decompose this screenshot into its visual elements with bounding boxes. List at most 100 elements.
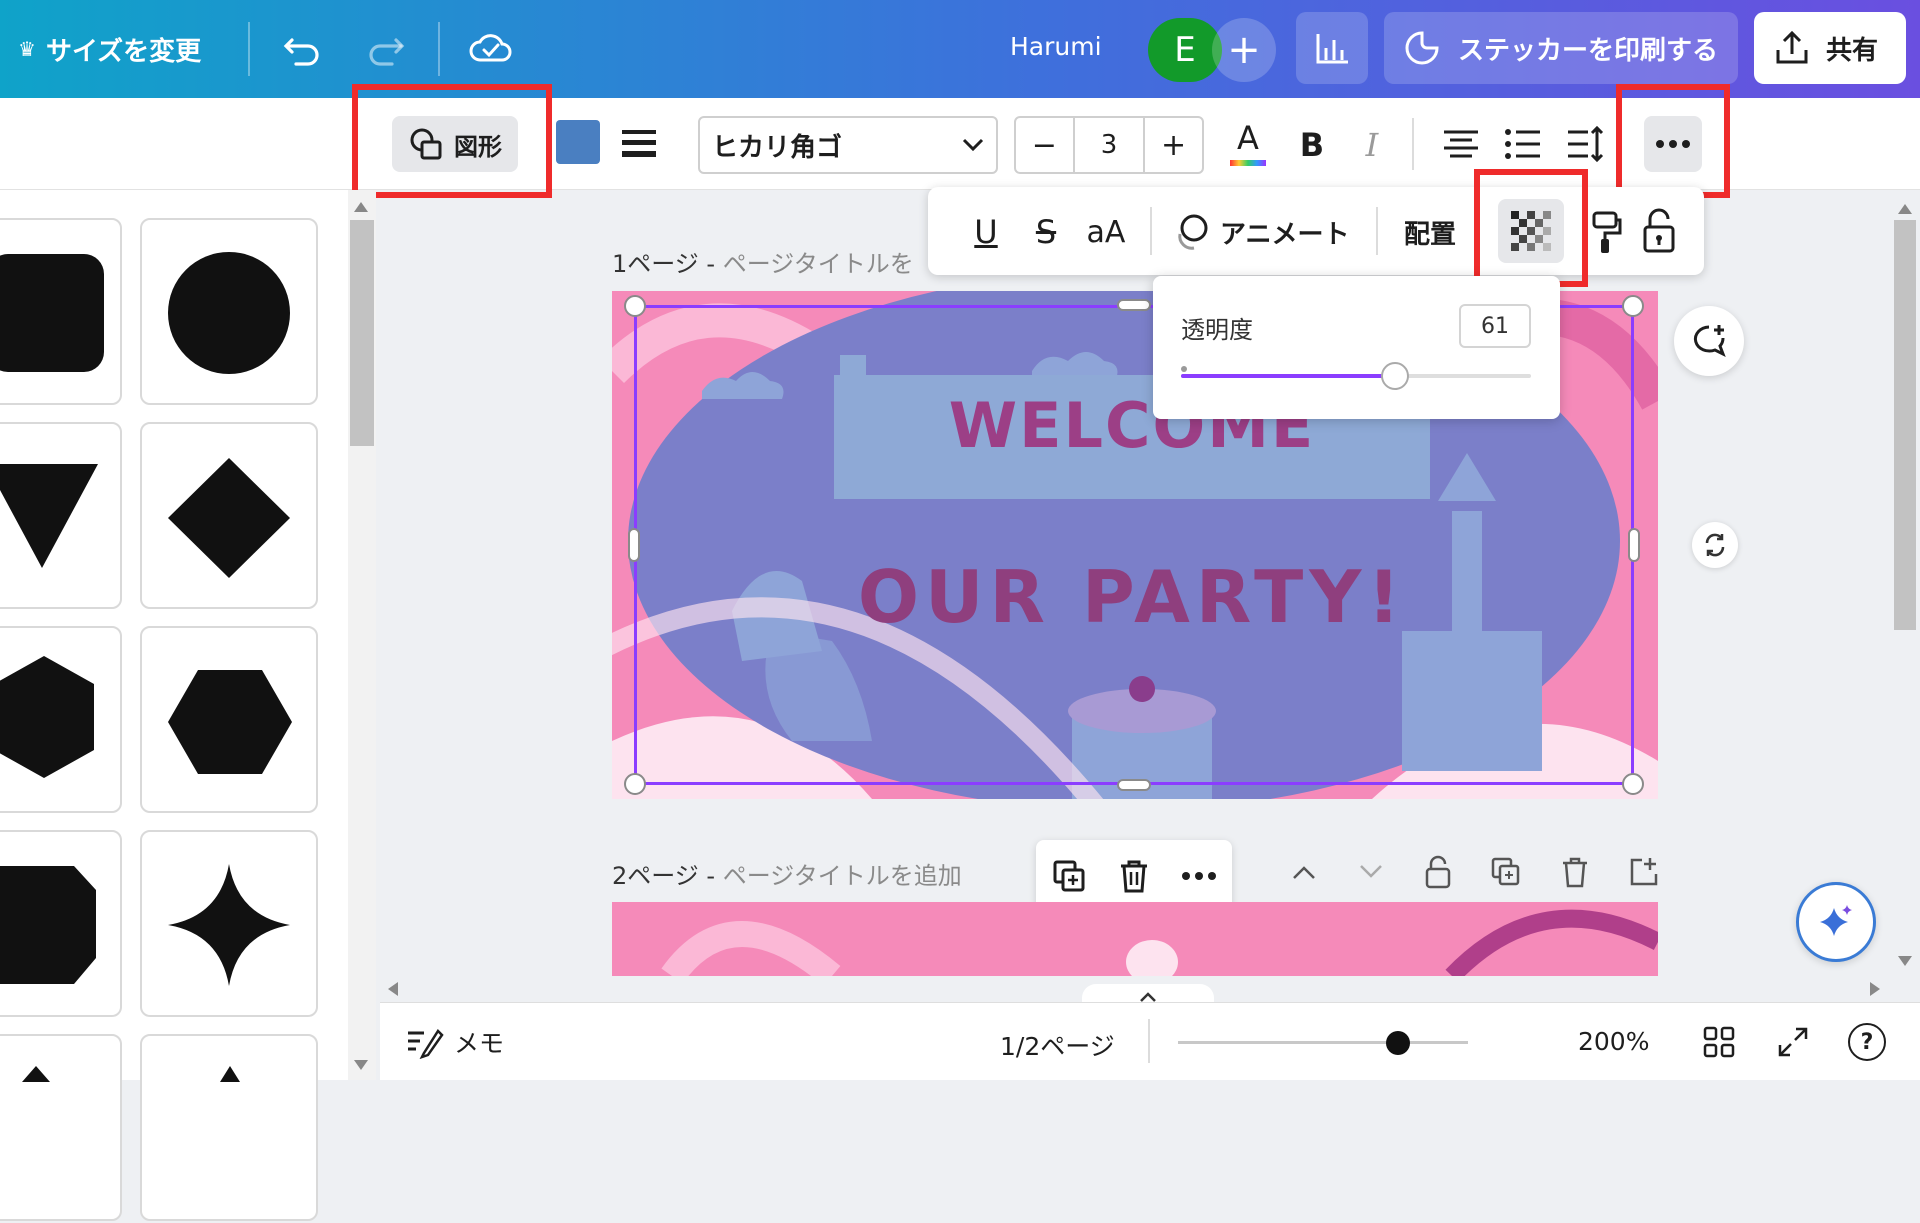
shape-heptagon[interactable]: [0, 626, 122, 813]
canvas-scroll-thumb[interactable]: [1894, 220, 1916, 630]
italic-button[interactable]: I: [1350, 122, 1394, 168]
text-color-button[interactable]: A: [1226, 118, 1270, 174]
letter-case-button[interactable]: aA: [1078, 209, 1134, 255]
avatar[interactable]: E: [1148, 18, 1222, 82]
bold-button[interactable]: B: [1290, 122, 1334, 168]
resize-label: サイズを変更: [45, 36, 202, 67]
add-collaborator-button[interactable]: +: [1212, 18, 1276, 82]
shape-octagon[interactable]: [0, 830, 122, 1017]
trash-icon[interactable]: [1118, 858, 1150, 894]
zoom-level[interactable]: 200%: [1578, 1027, 1649, 1056]
shape-diamond[interactable]: [140, 422, 318, 609]
analytics-button[interactable]: [1296, 12, 1368, 84]
scroll-up-arrow-icon[interactable]: [1898, 204, 1912, 214]
shape-hexagon[interactable]: [140, 626, 318, 813]
page2-title-placeholder: ページタイトルを追加: [722, 862, 962, 890]
add-page-icon[interactable]: [1628, 856, 1660, 888]
align-center-icon[interactable]: [1440, 124, 1482, 164]
duplicate-page-icon[interactable]: [1490, 856, 1522, 888]
scroll-up-arrow-icon[interactable]: [354, 202, 368, 212]
shape-triangle-down[interactable]: [0, 422, 122, 609]
move-page-down-icon[interactable]: [1357, 862, 1385, 882]
page-counter[interactable]: 1/2ページ: [1000, 1027, 1115, 1063]
scroll-left-arrow-icon[interactable]: [388, 982, 398, 996]
shape-color-swatch[interactable]: [556, 120, 600, 164]
magic-assistant-button[interactable]: [1796, 882, 1876, 962]
transparency-value-input[interactable]: 61: [1459, 304, 1531, 348]
crown-icon: ♛: [18, 37, 36, 61]
resize-handle-top-right[interactable]: [1622, 295, 1644, 317]
cloud-saved-icon[interactable]: [468, 26, 514, 70]
panel-scrollbar[interactable]: [348, 190, 376, 1080]
zoom-slider-knob[interactable]: [1386, 1031, 1411, 1055]
shape-partial[interactable]: [140, 1034, 318, 1221]
resize-handle-top[interactable]: [1117, 299, 1151, 311]
strikethrough-button[interactable]: S: [1024, 209, 1068, 255]
redo-icon[interactable]: [366, 26, 406, 70]
transparency-button[interactable]: [1498, 199, 1564, 263]
shape-label: 図形: [454, 132, 502, 161]
transparency-label: 透明度: [1181, 316, 1253, 344]
divider: [248, 22, 250, 76]
lock-page-icon[interactable]: [1424, 855, 1452, 889]
position-button[interactable]: 配置: [1404, 207, 1456, 257]
page2-controls: [1290, 852, 1660, 892]
shape-button[interactable]: 図形: [392, 116, 518, 172]
more-dots-icon: [1656, 140, 1690, 148]
help-icon[interactable]: ?: [1848, 1023, 1886, 1061]
resize-handle-right[interactable]: [1628, 528, 1640, 562]
zoom-slider-track[interactable]: [1178, 1041, 1468, 1044]
page1-title[interactable]: 1ページ - ページタイトルを: [612, 244, 914, 279]
underline-button[interactable]: U: [964, 209, 1008, 255]
border-style-icon[interactable]: [620, 126, 660, 160]
shape-four-point-star[interactable]: [140, 830, 318, 1017]
transparency-slider-track[interactable]: [1181, 374, 1531, 378]
rotate-button[interactable]: [1692, 522, 1738, 568]
notes-icon: [408, 1029, 444, 1059]
decrease-font-size-button[interactable]: −: [1016, 118, 1075, 172]
animate-button[interactable]: アニメート: [1172, 207, 1349, 257]
shape-partial[interactable]: [0, 1034, 122, 1221]
resize-handle-top-left[interactable]: [624, 295, 646, 317]
divider: [1148, 1019, 1150, 1063]
panel-scroll-thumb[interactable]: [350, 220, 374, 446]
fullscreen-icon[interactable]: [1776, 1025, 1810, 1059]
more-options-toolbar: U S aA アニメート 配置: [928, 169, 1704, 287]
resize-button[interactable]: ♛ サイズを変更: [18, 26, 201, 72]
resize-handle-left[interactable]: [628, 528, 640, 562]
move-page-up-icon[interactable]: [1290, 862, 1318, 882]
duplicate-icon[interactable]: [1051, 858, 1087, 894]
share-label: 共有: [1826, 35, 1879, 66]
scroll-down-arrow-icon[interactable]: [1898, 956, 1912, 966]
print-stickers-button[interactable]: ステッカーを印刷する: [1384, 12, 1738, 84]
shape-rounded-square[interactable]: [0, 218, 122, 405]
animate-icon: [1178, 214, 1208, 250]
font-family-select[interactable]: ヒカリ角ゴ: [698, 116, 998, 174]
resize-handle-bottom-right[interactable]: [1622, 773, 1644, 795]
more-dots-icon[interactable]: [1181, 871, 1217, 881]
unlock-icon[interactable]: [1642, 207, 1676, 255]
font-size-input[interactable]: 3: [1075, 118, 1144, 172]
resize-handle-bottom[interactable]: [1117, 779, 1151, 791]
undo-icon[interactable]: [282, 26, 322, 70]
increase-font-size-button[interactable]: +: [1143, 118, 1202, 172]
slider-start-dot: [1181, 366, 1187, 372]
add-comment-button[interactable]: [1674, 306, 1744, 376]
chevron-down-icon: [962, 138, 984, 152]
line-spacing-icon[interactable]: [1564, 124, 1606, 164]
scroll-right-arrow-icon[interactable]: [1870, 982, 1880, 996]
transparency-slider-knob[interactable]: [1380, 362, 1409, 390]
delete-page-icon[interactable]: [1561, 856, 1589, 888]
canvas-scrollbar[interactable]: [1890, 190, 1920, 990]
share-button[interactable]: 共有: [1754, 12, 1906, 84]
grid-view-icon[interactable]: [1702, 1025, 1736, 1059]
bullet-list-icon[interactable]: [1502, 124, 1544, 164]
page2-title[interactable]: 2ページ - ページタイトルを追加: [612, 856, 962, 891]
notes-button[interactable]: メモ: [406, 1021, 504, 1063]
paint-format-icon[interactable]: [1592, 209, 1622, 255]
design-canvas-page2[interactable]: [612, 902, 1658, 976]
more-options-button[interactable]: [1644, 116, 1702, 172]
resize-handle-bottom-left[interactable]: [624, 773, 646, 795]
shape-circle[interactable]: [140, 218, 318, 405]
scroll-down-arrow-icon[interactable]: [354, 1060, 368, 1070]
